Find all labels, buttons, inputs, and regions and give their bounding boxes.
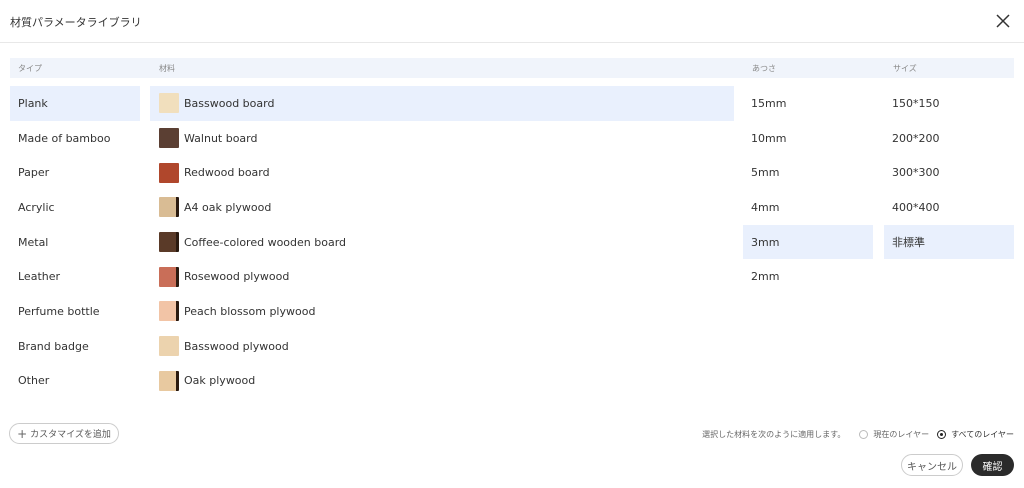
- material-item[interactable]: Oak plywood: [150, 364, 734, 399]
- size-label: 400*400: [892, 200, 940, 214]
- type-label: Other: [18, 374, 50, 388]
- type-item[interactable]: Made of bamboo: [10, 121, 140, 156]
- thickness-label: 5mm: [751, 166, 780, 180]
- thickness-item[interactable]: 2mm: [743, 259, 873, 294]
- thickness-label: 2mm: [751, 270, 780, 284]
- type-label: Acrylic: [18, 200, 55, 214]
- material-swatch: [159, 336, 179, 357]
- type-item[interactable]: Brand badge: [10, 329, 140, 364]
- size-item[interactable]: 200*200: [884, 121, 1014, 156]
- material-label: Coffee-colored wooden board: [184, 235, 347, 249]
- radio-all-layers[interactable]: すべてのレイヤー: [937, 429, 1014, 440]
- close-icon: [996, 14, 1010, 28]
- radio-icon: [937, 429, 947, 439]
- material-item[interactable]: Walnut board: [150, 121, 734, 156]
- thickness-item[interactable]: 4mm: [743, 190, 873, 225]
- size-label: 非標準: [892, 236, 925, 250]
- add-custom-label: カスタマイズを追加: [30, 430, 111, 440]
- material-label: Basswood plywood: [184, 339, 289, 353]
- add-custom-button[interactable]: + カスタマイズを追加: [9, 423, 119, 444]
- type-label: Metal: [18, 235, 49, 249]
- material-swatch: [159, 266, 179, 287]
- type-label: Brand badge: [18, 339, 89, 353]
- apply-scope: 選択した材料を次のように適用します。 現在のレイヤー すべてのレイヤー: [702, 427, 1014, 441]
- type-label: Plank: [18, 96, 48, 110]
- size-label: 150*150: [892, 96, 940, 110]
- size-item[interactable]: 非標準: [884, 224, 1014, 260]
- type-label: Leather: [18, 270, 61, 284]
- close-button[interactable]: [994, 12, 1012, 30]
- type-item[interactable]: Plank: [10, 86, 140, 121]
- material-item[interactable]: Redwood board: [150, 155, 734, 190]
- material-swatch: [159, 128, 179, 149]
- material-swatch: [159, 301, 179, 322]
- type-item[interactable]: Metal: [10, 225, 140, 260]
- type-label: Made of bamboo: [18, 131, 111, 145]
- material-item[interactable]: Basswood board: [150, 86, 734, 121]
- material-swatch: [159, 370, 179, 391]
- radio-current-layer[interactable]: 現在のレイヤー: [859, 429, 929, 440]
- type-item[interactable]: Acrylic: [10, 190, 140, 225]
- type-label: Paper: [18, 166, 50, 180]
- header-type: タイプ: [18, 64, 42, 73]
- material-list: Basswood board Walnut board Redwood board A…: [150, 86, 734, 398]
- type-item[interactable]: Paper: [10, 155, 140, 190]
- radio-icon: [859, 429, 869, 439]
- type-item[interactable]: Leather: [10, 259, 140, 294]
- material-item[interactable]: Coffee-colored wooden board: [150, 225, 734, 260]
- dialog-title: 材質パラメータライブラリ: [10, 16, 142, 29]
- type-item[interactable]: Perfume bottle: [10, 294, 140, 329]
- thickness-item[interactable]: 5mm: [743, 155, 873, 190]
- radio-current-label: 現在のレイヤー: [873, 429, 930, 439]
- material-label: Redwood board: [184, 166, 270, 180]
- material-label: Oak plywood: [184, 374, 256, 388]
- material-label: Peach blossom plywood: [184, 304, 316, 318]
- table-header: タイプ 材料 あつさ サイズ: [10, 58, 1014, 78]
- material-swatch: [159, 93, 179, 114]
- material-label: A4 oak plywood: [184, 200, 272, 214]
- material-swatch: [159, 232, 179, 253]
- plus-icon: +: [17, 426, 28, 441]
- thickness-item[interactable]: 10mm: [743, 121, 873, 156]
- size-label: 300*300: [892, 166, 940, 180]
- header-size: サイズ: [893, 64, 917, 73]
- material-item[interactable]: Rosewood plywood: [150, 259, 734, 294]
- material-label: Rosewood plywood: [184, 270, 290, 284]
- material-item[interactable]: Peach blossom plywood: [150, 294, 734, 329]
- thickness-label: 4mm: [751, 200, 780, 214]
- type-label: Perfume bottle: [18, 304, 100, 318]
- header-material: 材料: [159, 64, 175, 73]
- radio-all-label: すべてのレイヤー: [951, 429, 1014, 439]
- apply-text: 選択した材料を次のように適用します。: [702, 429, 846, 439]
- size-list: 150*150 200*200 300*300 400*400 非標準: [884, 86, 1014, 260]
- material-swatch: [159, 162, 179, 183]
- type-list: Plank Made of bamboo Paper Acrylic Metal Leat…: [10, 86, 140, 398]
- size-item[interactable]: 150*150: [884, 86, 1014, 121]
- thickness-label: 10mm: [751, 131, 787, 145]
- dialog-titlebar: 材質パラメータライブラリ: [0, 0, 1024, 43]
- thickness-label: 3mm: [751, 235, 780, 249]
- size-label: 200*200: [892, 131, 940, 145]
- header-thickness: あつさ: [752, 64, 776, 73]
- material-swatch: [159, 197, 179, 218]
- size-item[interactable]: 400*400: [884, 190, 1014, 225]
- type-item[interactable]: Other: [10, 364, 140, 399]
- confirm-button[interactable]: 確認: [971, 454, 1014, 476]
- thickness-list: 15mm 10mm 5mm 4mm 3mm 2mm: [743, 86, 873, 294]
- thickness-item[interactable]: 3mm: [743, 224, 873, 260]
- thickness-label: 15mm: [751, 96, 787, 110]
- material-item[interactable]: Basswood plywood: [150, 329, 734, 364]
- material-label: Basswood board: [184, 96, 275, 110]
- thickness-item[interactable]: 15mm: [743, 86, 873, 121]
- material-item[interactable]: A4 oak plywood: [150, 190, 734, 225]
- material-label: Walnut board: [184, 131, 258, 145]
- size-item[interactable]: 300*300: [884, 155, 1014, 190]
- cancel-button[interactable]: キャンセル: [901, 454, 963, 476]
